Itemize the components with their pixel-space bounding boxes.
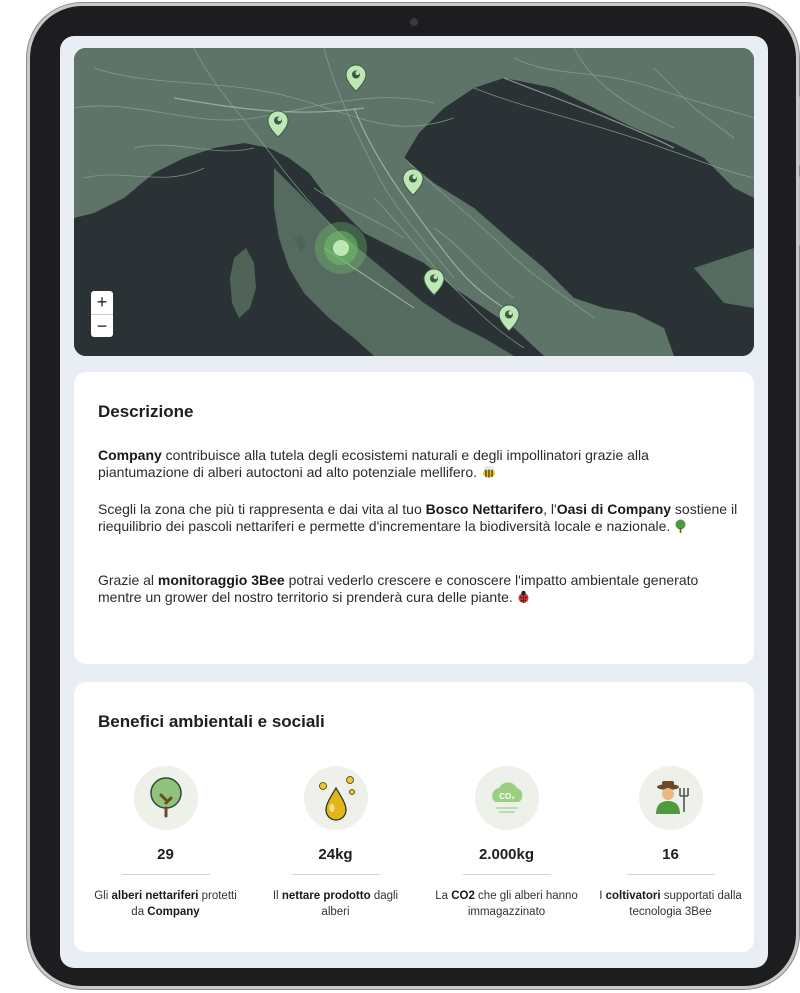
divider [462,874,551,875]
map-pin-icon[interactable] [402,168,424,196]
co2-cloud-icon: CO₂ [474,766,539,830]
description-paragraph-2: Scegli la zona che più ti rappresenta e … [98,501,738,534]
benefit-item-trees: 29 Gli alberi nettariferi protetti da Co… [88,766,243,920]
camera [410,18,418,26]
map[interactable]: + − [74,48,754,356]
company-name: Company [98,447,162,463]
map-pin-icon[interactable] [498,304,520,332]
benefit-item-co2: CO₂ 2.000kg La CO2 che gli alberi hanno … [429,766,584,920]
benefit-value: 2.000kg [478,846,535,863]
benefit-caption: I coltivatori supportati dalla tecnologi… [599,890,742,918]
nectar-drop-icon [303,766,368,830]
ladybug-icon [518,590,529,603]
description-title: Descrizione [98,402,194,421]
divider [121,874,210,875]
benefit-item-nectar: 24kg Il nettare prodotto dagli alberi [258,766,413,920]
bee-icon [482,466,495,478]
benefit-item-farmers: 16 I coltivatori supportati dalla tecnol… [593,766,748,920]
screen: + − Descrizione Company contribuisce all… [60,36,768,968]
description-paragraph-3: Grazie al monitoraggio 3Bee potrai veder… [98,572,699,605]
map-pin-icon[interactable] [267,110,289,138]
benefit-caption: La CO2 che gli alberi hanno immagazzinat… [435,890,578,918]
zoom-out-button[interactable]: − [91,315,113,337]
map-pin-icon[interactable] [345,64,367,92]
tree-emoji-icon [675,519,686,533]
selected-location-marker[interactable] [314,221,368,275]
farmer-icon [638,766,703,830]
benefit-value: 24kg [318,846,353,863]
benefit-value: 29 [157,846,174,863]
benefits-card: Benefici ambientali e sociali 29 Gli alb… [74,682,754,952]
benefits-title: Benefici ambientali e sociali [98,712,325,731]
divider [291,874,380,875]
tree-icon [133,766,198,830]
zoom-in-button[interactable]: + [91,291,113,315]
description-paragraph-1: Company contribuisce alla tutela degli e… [98,447,649,480]
svg-text:CO₂: CO₂ [499,792,515,801]
benefit-caption: Gli alberi nettariferi protetti da Compa… [94,890,237,918]
benefit-caption: Il nettare prodotto dagli alberi [272,890,399,918]
benefit-value: 16 [662,846,679,863]
zoom-control: + − [91,291,113,337]
divider [626,874,715,875]
tablet-frame: + − Descrizione Company contribuisce all… [30,6,800,986]
description-card: Descrizione Company contribuisce alla tu… [74,372,754,664]
map-pin-icon[interactable] [423,268,445,296]
italy-map [74,48,754,356]
